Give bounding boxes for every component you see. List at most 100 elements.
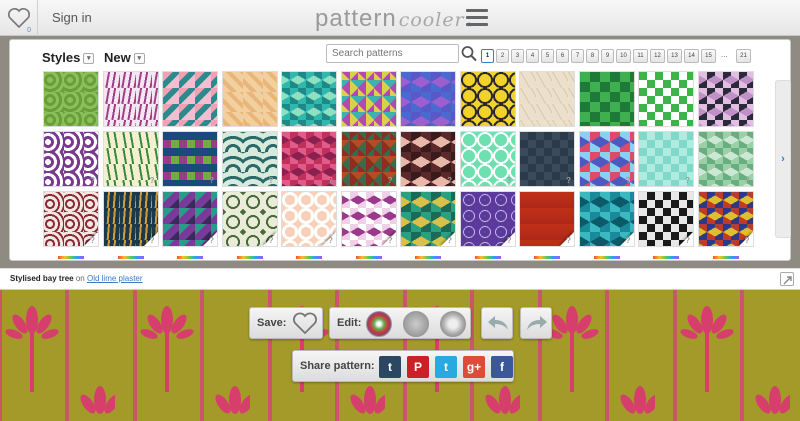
pattern-tile[interactable] xyxy=(162,71,218,127)
pattern-tile[interactable]: ? xyxy=(221,191,278,247)
pattern-tile[interactable] xyxy=(340,71,397,127)
color-swatch-strip xyxy=(355,256,382,259)
page-button-9[interactable]: 9 xyxy=(601,49,614,63)
site-logo[interactable]: pattern cooler * xyxy=(315,5,472,34)
page-button-10[interactable]: 10 xyxy=(616,49,631,63)
pattern-tile[interactable]: ? xyxy=(102,131,159,187)
pattern-tile[interactable]: ? xyxy=(340,191,397,247)
sign-in-link[interactable]: Sign in xyxy=(52,10,92,25)
pattern-tile[interactable] xyxy=(400,71,456,127)
pattern-tile[interactable]: ? xyxy=(340,131,397,187)
next-page-button[interactable]: › xyxy=(775,80,791,238)
chevron-down-icon[interactable]: ▾ xyxy=(83,53,95,65)
pattern-tile[interactable]: ? xyxy=(400,131,456,187)
tile-info-mark: ? xyxy=(566,176,571,185)
pattern-tile[interactable] xyxy=(578,71,635,127)
tile-info-mark: ? xyxy=(685,176,690,185)
page-button-12[interactable]: 12 xyxy=(650,49,665,63)
pinterest-icon[interactable]: P xyxy=(407,356,429,378)
google-plus-icon[interactable]: g+ xyxy=(463,356,485,378)
page-button-2[interactable]: 2 xyxy=(496,49,509,63)
pattern-tile[interactable]: ? xyxy=(638,191,694,247)
pattern-tile[interactable]: ? xyxy=(459,131,516,187)
pattern-name: Stylised bay tree xyxy=(10,274,74,283)
undo-button[interactable] xyxy=(481,307,513,339)
pattern-tile[interactable] xyxy=(281,71,337,127)
page-button-1[interactable]: 1 xyxy=(481,49,494,63)
logo-text-cooler: cooler xyxy=(398,9,465,31)
pattern-tile[interactable]: ? xyxy=(43,191,99,247)
pattern-tile[interactable] xyxy=(221,71,278,127)
pattern-tile[interactable]: ? xyxy=(102,191,159,247)
pattern-tile[interactable] xyxy=(519,71,575,127)
facebook-icon[interactable]: f xyxy=(491,356,513,378)
pattern-tile[interactable]: ? xyxy=(578,131,635,187)
texture-icon[interactable] xyxy=(403,311,429,337)
pattern-tile[interactable]: ? xyxy=(162,131,218,187)
search-input[interactable] xyxy=(326,44,459,63)
share-label: Share pattern: xyxy=(300,360,375,372)
pattern-tile[interactable]: ? xyxy=(221,131,278,187)
pattern-tile[interactable]: ? xyxy=(400,191,456,247)
color-swatch-strip xyxy=(177,256,203,259)
pattern-tile[interactable]: ? xyxy=(638,131,694,187)
page-button-15[interactable]: 15 xyxy=(701,49,716,63)
styles-filter[interactable]: Styles ▾ xyxy=(42,50,95,65)
page-button-13[interactable]: 13 xyxy=(667,49,682,63)
pattern-tile[interactable] xyxy=(638,71,694,127)
page-button-last[interactable]: 21 xyxy=(736,49,751,63)
tile-info-mark: ? xyxy=(566,236,571,245)
pattern-tile[interactable]: ? xyxy=(519,131,575,187)
page-button-7[interactable]: 7 xyxy=(571,49,584,63)
pagination-ellipsis: ... xyxy=(721,50,728,59)
pattern-tile[interactable]: ? xyxy=(519,191,575,247)
search-button[interactable] xyxy=(460,44,478,63)
edit-label: Edit: xyxy=(337,317,362,329)
page-button-4[interactable]: 4 xyxy=(526,49,539,63)
page-button-11[interactable]: 11 xyxy=(633,49,648,63)
expand-preview-button[interactable] xyxy=(780,272,794,286)
pattern-tile[interactable]: ? xyxy=(43,131,99,187)
tile-info-mark: ? xyxy=(744,236,750,245)
pattern-tile[interactable]: ? xyxy=(697,131,754,187)
pattern-tile[interactable] xyxy=(459,71,516,127)
color-picker-icon[interactable] xyxy=(366,311,392,337)
share-control: Share pattern: t Pt g+ f xyxy=(292,350,514,382)
pattern-preview: Save: Edit: Share pattern: t Pt g+ f xyxy=(0,290,800,421)
favorites-count: 0 xyxy=(27,27,31,34)
save-heart-icon[interactable] xyxy=(292,312,318,336)
tile-info-mark: ? xyxy=(328,236,333,245)
favorites-button[interactable]: 0 xyxy=(0,0,38,36)
color-swatch-strip xyxy=(117,256,144,259)
twitter-icon[interactable]: t xyxy=(435,356,457,378)
new-filter[interactable]: New ▾ xyxy=(104,50,145,65)
pattern-tile[interactable]: ? xyxy=(281,131,337,187)
page-button-3[interactable]: 3 xyxy=(511,49,524,63)
save-label: Save: xyxy=(257,317,287,329)
color-swatch-strip xyxy=(296,256,322,259)
pattern-tile[interactable]: ? xyxy=(162,191,218,247)
hamburger-menu-icon[interactable] xyxy=(466,9,488,30)
tumblr-icon[interactable]: t xyxy=(379,356,401,378)
tile-info-mark: ? xyxy=(447,176,452,185)
pattern-tile[interactable]: ? xyxy=(578,191,635,247)
color-swatch-strip xyxy=(712,256,739,259)
undo-arrow-icon xyxy=(488,316,508,330)
page-button-5[interactable]: 5 xyxy=(541,49,554,63)
page-button-14[interactable]: 14 xyxy=(684,49,699,63)
pattern-edit-icon[interactable] xyxy=(440,311,466,337)
tile-info-mark: ? xyxy=(506,236,512,245)
search-icon xyxy=(461,46,477,62)
pattern-tile[interactable] xyxy=(43,71,99,127)
pattern-tile[interactable]: ? xyxy=(459,191,516,247)
external-link-icon xyxy=(783,276,792,285)
pattern-tile[interactable] xyxy=(102,71,159,127)
pattern-tile[interactable]: ? xyxy=(281,191,337,247)
pattern-tile[interactable] xyxy=(697,71,754,127)
pattern-tile[interactable]: ? xyxy=(697,191,754,247)
chevron-down-icon[interactable]: ▾ xyxy=(133,53,145,65)
redo-button[interactable] xyxy=(520,307,552,339)
page-button-6[interactable]: 6 xyxy=(556,49,569,63)
page-button-8[interactable]: 8 xyxy=(586,49,599,63)
background-link[interactable]: Old lime plaster xyxy=(87,274,143,283)
